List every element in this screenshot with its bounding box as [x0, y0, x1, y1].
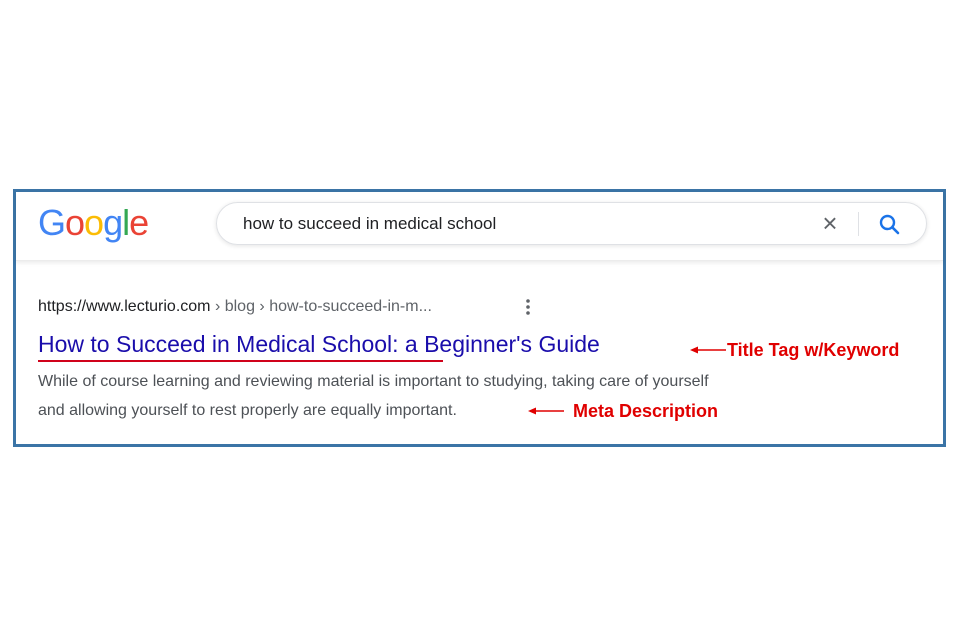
result-domain: https://www.lecturio.com	[38, 298, 211, 315]
serp-frame: Google × https://www.lecturio.com › blog…	[13, 189, 946, 447]
search-icon[interactable]	[877, 212, 903, 238]
title-annotation-arrow	[690, 346, 726, 354]
close-icon[interactable]: ×	[817, 210, 843, 236]
logo-letter: o	[65, 202, 85, 243]
logo-letter: l	[122, 202, 130, 243]
search-input[interactable]	[243, 214, 783, 234]
search-box[interactable]: ×	[216, 202, 927, 245]
description-line-1: While of course learning and reviewing m…	[38, 373, 709, 390]
description-annotation-arrow	[528, 407, 564, 415]
result-path: › blog › how-to-succeed-in-m...	[210, 298, 432, 315]
search-header: Google ×	[16, 192, 943, 261]
logo-letter: g	[103, 202, 123, 243]
result-breadcrumb[interactable]: https://www.lecturio.com › blog › how-to…	[38, 297, 818, 317]
meta-description-annotation: Meta Description	[573, 401, 719, 421]
google-logo[interactable]: Google	[38, 202, 149, 243]
logo-letter: e	[129, 202, 149, 243]
title-tag-annotation: Title Tag w/Keyword	[727, 340, 900, 360]
keyword-underline	[38, 360, 443, 362]
logo-letter: o	[84, 202, 104, 243]
logo-letter: G	[38, 202, 66, 243]
more-vert-icon[interactable]	[523, 297, 533, 317]
result-title-link[interactable]: How to Succeed in Medical School: a Begi…	[38, 331, 600, 357]
search-divider	[858, 212, 859, 236]
